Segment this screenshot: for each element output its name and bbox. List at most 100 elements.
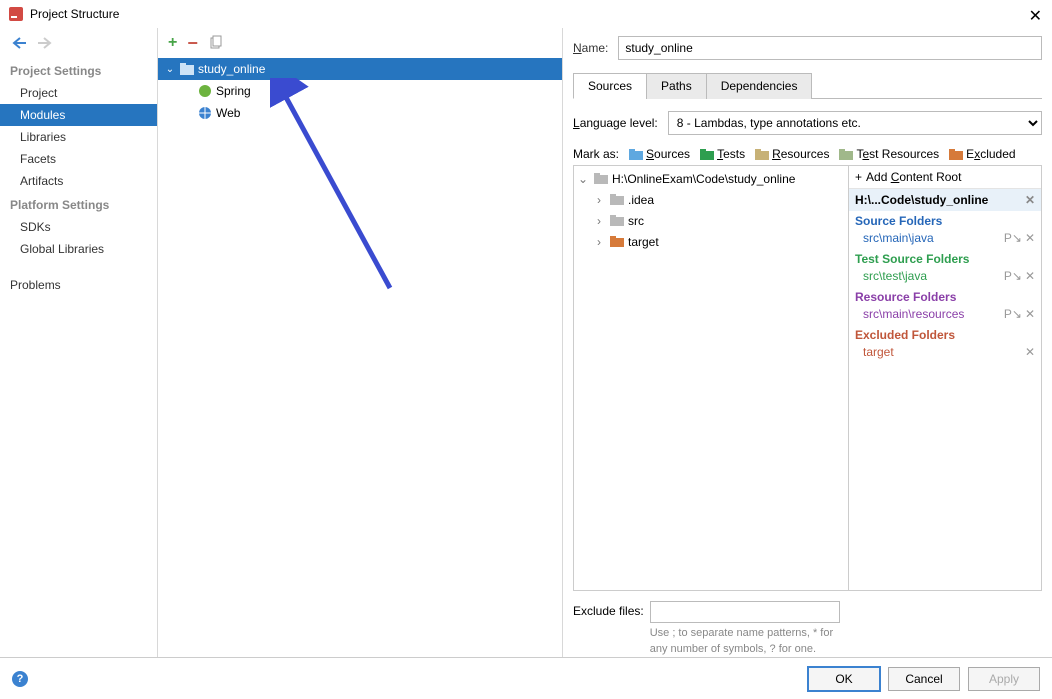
tab-dependencies[interactable]: Dependencies	[706, 73, 813, 99]
forward-icon[interactable]	[36, 36, 52, 50]
folder-icon	[594, 173, 608, 185]
section-header-project-settings: Project Settings	[0, 58, 157, 82]
help-icon[interactable]: ?	[12, 671, 28, 687]
sidebar-item-project[interactable]: Project	[0, 82, 157, 104]
cancel-button[interactable]: Cancel	[888, 667, 960, 691]
module-name: study_online	[198, 62, 265, 76]
language-level-label: Language level:	[573, 116, 658, 130]
resource-folders-section: Resource Folders src\main\resources P↘✕	[849, 287, 1041, 325]
add-content-root[interactable]: + Add Content Root	[849, 166, 1041, 189]
exclude-files-hint: Use ; to separate name patterns, * for a…	[650, 626, 840, 657]
sidebar-item-sdks[interactable]: SDKs	[0, 216, 157, 238]
resource-folder-item[interactable]: src\main\resources P↘✕	[855, 306, 1035, 325]
section-title: Excluded Folders	[855, 328, 1035, 342]
tab-paths[interactable]: Paths	[646, 73, 707, 99]
remove-icon[interactable]: ✕	[1025, 345, 1035, 359]
module-toolbar: + −	[158, 28, 562, 58]
copy-icon[interactable]	[208, 35, 224, 51]
content-root-path[interactable]: H:\...Code\study_online ✕	[849, 189, 1041, 211]
section-title: Test Source Folders	[855, 252, 1035, 266]
file-tree-item-idea[interactable]: › .idea	[574, 189, 848, 210]
sidebar-item-global-libraries[interactable]: Global Libraries	[0, 238, 157, 260]
nav-arrows	[0, 32, 157, 58]
test-source-folder-item[interactable]: src\test\java P↘✕	[855, 268, 1035, 287]
mark-resources[interactable]: Resources	[755, 147, 829, 161]
content-root-panel: + Add Content Root H:\...Code\study_onli…	[848, 166, 1041, 590]
exclude-files-label: Exclude files:	[573, 601, 644, 618]
facet-label: Web	[216, 106, 240, 120]
mark-sources[interactable]: Sources	[629, 147, 690, 161]
module-tree-panel: + − ⌄ study_online Spring Web	[158, 28, 563, 657]
facet-label: Spring	[216, 84, 251, 98]
remove-icon[interactable]: ✕	[1025, 231, 1035, 245]
tree-row-root[interactable]: ⌄ study_online	[158, 58, 562, 80]
file-tree-root[interactable]: ⌄ H:\OnlineExam\Code\study_online	[574, 168, 848, 189]
module-details: Name: Sources Paths Dependencies Languag…	[563, 28, 1052, 657]
tabs: Sources Paths Dependencies	[573, 72, 1042, 99]
chevron-right-icon[interactable]: ›	[592, 214, 606, 228]
sidebar-item-modules[interactable]: Modules	[0, 104, 157, 126]
app-icon	[8, 6, 24, 22]
chevron-down-icon[interactable]: ⌄	[164, 64, 176, 75]
excluded-folders-section: Excluded Folders target ✕	[849, 325, 1041, 363]
file-tree-item-target[interactable]: › target	[574, 231, 848, 252]
remove-content-root-icon[interactable]: ✕	[1025, 193, 1035, 207]
tree-row-web[interactable]: Web	[158, 102, 562, 124]
back-icon[interactable]	[12, 36, 28, 50]
remove-icon[interactable]: −	[187, 33, 198, 54]
section-header-platform-settings: Platform Settings	[0, 192, 157, 216]
web-icon	[198, 106, 212, 120]
titlebar: Project Structure ✕	[0, 0, 1052, 28]
name-input[interactable]	[618, 36, 1042, 60]
file-tree: ⌄ H:\OnlineExam\Code\study_online › .ide…	[574, 166, 848, 590]
folder-icon	[610, 215, 624, 227]
mark-tests[interactable]: Tests	[700, 147, 745, 161]
remove-icon[interactable]: ✕	[1025, 307, 1035, 321]
mark-test-resources[interactable]: Test Resources	[839, 147, 939, 161]
tab-sources[interactable]: Sources	[573, 73, 647, 99]
section-title: Source Folders	[855, 214, 1035, 228]
folder-label: target	[628, 235, 659, 249]
language-level-row: Language level: 8 - Lambdas, type annota…	[573, 111, 1042, 135]
test-source-folders-section: Test Source Folders src\test\java P↘✕	[849, 249, 1041, 287]
properties-icon[interactable]: P↘	[1004, 269, 1022, 283]
folder-label: src	[628, 214, 644, 228]
name-label: Name:	[573, 41, 608, 55]
exclude-files-row: Exclude files: Use ; to separate name pa…	[573, 601, 1042, 657]
exclude-files-input[interactable]	[650, 601, 840, 623]
mark-as-label: Mark as:	[573, 147, 619, 161]
window-title: Project Structure	[30, 7, 119, 21]
source-folders-section: Source Folders src\main\java P↘✕	[849, 211, 1041, 249]
close-icon[interactable]: ✕	[1029, 6, 1042, 26]
chevron-down-icon[interactable]: ⌄	[576, 172, 590, 186]
properties-icon[interactable]: P↘	[1004, 231, 1022, 245]
folder-label: .idea	[628, 193, 654, 207]
properties-icon[interactable]: P↘	[1004, 307, 1022, 321]
plus-icon: +	[855, 170, 862, 184]
ok-button[interactable]: OK	[808, 667, 880, 691]
chevron-right-icon[interactable]: ›	[592, 235, 606, 249]
spring-icon	[198, 84, 212, 98]
sidebar-item-facets[interactable]: Facets	[0, 148, 157, 170]
add-icon[interactable]: +	[168, 34, 177, 52]
language-level-select[interactable]: 8 - Lambdas, type annotations etc.	[668, 111, 1042, 135]
sidebar-item-libraries[interactable]: Libraries	[0, 126, 157, 148]
folder-icon	[610, 236, 624, 248]
tree-row-spring[interactable]: Spring	[158, 80, 562, 102]
mark-excluded[interactable]: Excluded	[949, 147, 1015, 161]
sidebar: Project Settings Project Modules Librari…	[0, 28, 158, 657]
source-folder-item[interactable]: src\main\java P↘✕	[855, 230, 1035, 249]
section-title: Resource Folders	[855, 290, 1035, 304]
sidebar-item-problems[interactable]: Problems	[0, 274, 157, 296]
excluded-folder-item[interactable]: target ✕	[855, 344, 1035, 363]
remove-icon[interactable]: ✕	[1025, 269, 1035, 283]
chevron-right-icon[interactable]: ›	[592, 193, 606, 207]
sidebar-item-artifacts[interactable]: Artifacts	[0, 170, 157, 192]
main-area: Project Settings Project Modules Librari…	[0, 28, 1052, 657]
file-tree-item-src[interactable]: › src	[574, 210, 848, 231]
name-row: Name:	[573, 36, 1042, 60]
bottom-bar: ? OK Cancel Apply	[0, 657, 1052, 699]
file-tree-root-label: H:\OnlineExam\Code\study_online	[612, 172, 795, 186]
module-tree: ⌄ study_online Spring Web	[158, 58, 562, 657]
apply-button[interactable]: Apply	[968, 667, 1040, 691]
